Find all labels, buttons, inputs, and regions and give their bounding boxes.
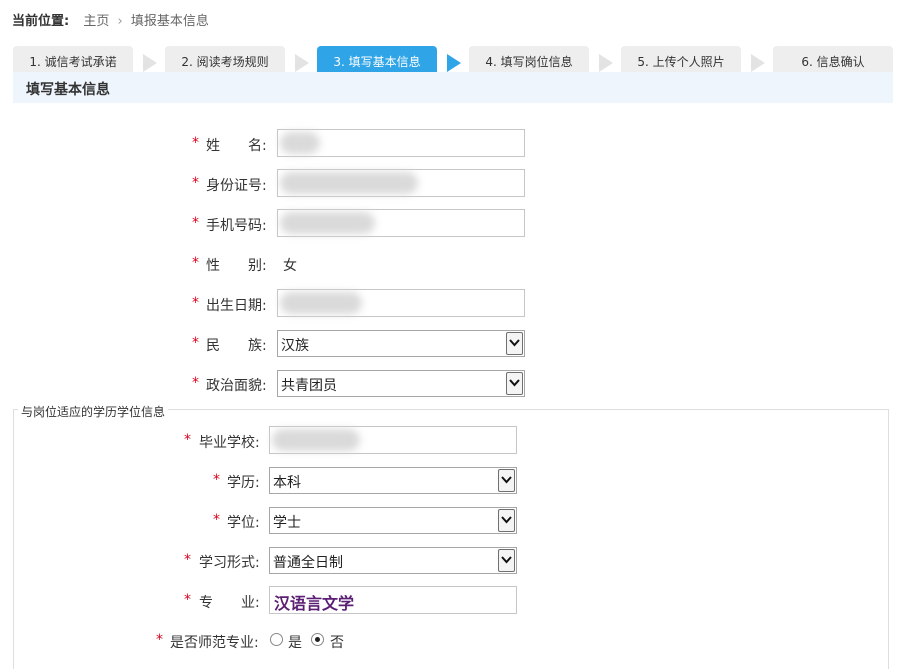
step-5-tab[interactable]: 5. 上传个人照片 bbox=[621, 46, 741, 72]
chevron-down-icon[interactable] bbox=[498, 469, 515, 492]
major-value: 汉语言文学 bbox=[274, 594, 355, 613]
gender-label: 性 别: bbox=[206, 258, 267, 274]
study-form-label: 学习形式: bbox=[199, 555, 260, 571]
required-mark: * bbox=[184, 592, 191, 608]
birth-date-label: 出生日期: bbox=[206, 298, 267, 314]
required-mark: * bbox=[156, 632, 163, 648]
id-number-input[interactable] bbox=[277, 169, 525, 197]
study-form-selected-value: 普通全日制 bbox=[273, 555, 343, 571]
normal-major-no-radio[interactable] bbox=[311, 633, 324, 646]
normal-major-yes-label[interactable]: 是 bbox=[288, 632, 302, 652]
chevron-down-icon[interactable] bbox=[506, 372, 523, 395]
step-6-tab[interactable]: 6. 信息确认 bbox=[773, 46, 893, 72]
chevron-down-icon[interactable] bbox=[506, 332, 523, 355]
required-mark: * bbox=[192, 375, 199, 391]
phone-label: 手机号码: bbox=[206, 218, 267, 234]
name-label: 姓 名: bbox=[206, 138, 267, 154]
section-header: 填写基本信息 bbox=[13, 72, 893, 103]
redaction-blur bbox=[280, 292, 362, 314]
birth-date-input[interactable] bbox=[277, 289, 525, 317]
step-arrow-icon bbox=[143, 54, 157, 72]
school-label: 毕业学校: bbox=[199, 435, 260, 451]
redaction-blur bbox=[280, 212, 375, 234]
normal-major-no-label[interactable]: 否 bbox=[330, 632, 344, 652]
ethnicity-label: 民 族: bbox=[206, 338, 267, 354]
education-legend: 与岗位适应的学历学位信息 bbox=[18, 403, 169, 420]
breadcrumb-lead: 当前位置: bbox=[12, 14, 70, 29]
breadcrumb: 当前位置: 主页 › 填报基本信息 bbox=[12, 10, 209, 29]
ethnicity-selected-value: 汉族 bbox=[281, 338, 309, 354]
required-mark: * bbox=[213, 512, 220, 528]
step-3-tab[interactable]: 3. 填写基本信息 bbox=[317, 46, 437, 72]
id-number-label: 身份证号: bbox=[206, 178, 267, 194]
required-mark: * bbox=[192, 135, 199, 151]
major-input[interactable]: 汉语言文学 bbox=[269, 586, 517, 614]
study-form-select[interactable]: 普通全日制 bbox=[269, 547, 517, 574]
school-input[interactable] bbox=[269, 426, 517, 454]
required-mark: * bbox=[192, 255, 199, 271]
degree-select[interactable]: 学士 bbox=[269, 507, 517, 534]
name-input[interactable] bbox=[277, 129, 525, 157]
degree-level-select[interactable]: 本科 bbox=[269, 467, 517, 494]
chevron-down-icon[interactable] bbox=[498, 549, 515, 572]
section-title: 填写基本信息 bbox=[26, 82, 110, 98]
ethnicity-select[interactable]: 汉族 bbox=[277, 330, 525, 357]
political-status-label: 政治面貌: bbox=[206, 378, 267, 394]
required-mark: * bbox=[213, 472, 220, 488]
degree-level-label: 学历: bbox=[227, 475, 260, 491]
breadcrumb-separator-icon: › bbox=[117, 14, 123, 29]
required-mark: * bbox=[192, 295, 199, 311]
breadcrumb-current: 填报基本信息 bbox=[130, 14, 209, 29]
chevron-down-icon[interactable] bbox=[498, 509, 515, 532]
phone-input[interactable] bbox=[277, 209, 525, 237]
political-status-select[interactable]: 共青团员 bbox=[277, 370, 525, 397]
step-arrow-icon bbox=[447, 54, 461, 72]
degree-level-selected-value: 本科 bbox=[273, 475, 301, 491]
political-status-selected-value: 共青团员 bbox=[281, 378, 337, 394]
step-arrow-icon bbox=[295, 54, 309, 72]
major-label: 专 业: bbox=[199, 595, 260, 611]
required-mark: * bbox=[192, 175, 199, 191]
required-mark: * bbox=[192, 335, 199, 351]
step-arrow-icon bbox=[751, 54, 765, 72]
normal-major-label: 是否师范专业: bbox=[170, 635, 259, 651]
step-1-tab[interactable]: 1. 诚信考试承诺 bbox=[13, 46, 133, 72]
step-arrow-icon bbox=[599, 54, 613, 72]
required-mark: * bbox=[192, 215, 199, 231]
degree-selected-value: 学士 bbox=[273, 515, 301, 531]
redaction-blur bbox=[280, 172, 418, 194]
redaction-blur bbox=[280, 132, 320, 154]
step-2-tab[interactable]: 2. 阅读考场规则 bbox=[165, 46, 285, 72]
required-mark: * bbox=[184, 552, 191, 568]
redaction-blur bbox=[272, 429, 360, 451]
gender-value: 女 bbox=[283, 258, 297, 274]
degree-label: 学位: bbox=[227, 515, 260, 531]
step-4-tab[interactable]: 4. 填写岗位信息 bbox=[469, 46, 589, 72]
normal-major-yes-radio[interactable] bbox=[270, 633, 283, 646]
breadcrumb-home-link[interactable]: 主页 bbox=[83, 14, 109, 29]
required-mark: * bbox=[184, 432, 191, 448]
